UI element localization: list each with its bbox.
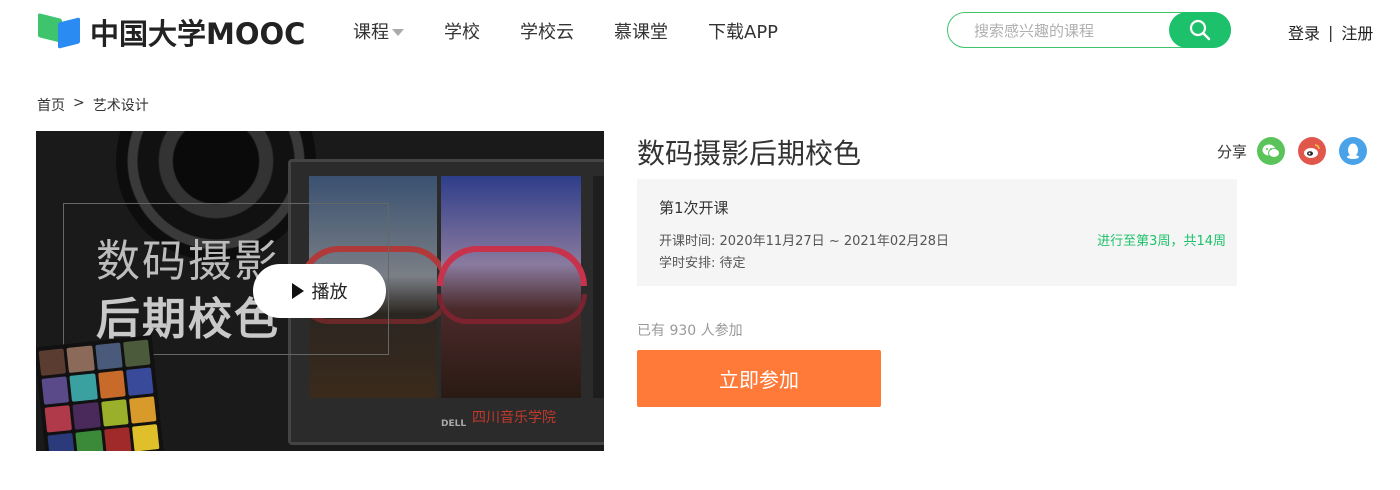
weibo-icon[interactable] <box>1298 137 1327 165</box>
term-dates: 开课时间: 2020年11月27日 ~ 2021年02月28日 <box>659 234 950 249</box>
school-watermark: 四川音乐学院 <box>472 410 556 426</box>
nav-item-school-cloud[interactable]: 学校云 <box>520 18 574 44</box>
nav-item-label: 学校云 <box>520 22 574 43</box>
color-swatch <box>128 395 157 424</box>
color-swatch <box>41 376 70 405</box>
breadcrumb-category[interactable]: 艺术设计 <box>93 95 149 115</box>
register-link[interactable]: 注册 <box>1341 20 1373 44</box>
term-schedule: 学时安排: 待定 <box>659 256 746 271</box>
term-progress: 进行至第3周，共14周 <box>1097 234 1226 249</box>
share-bar: 分享 <box>1217 137 1368 165</box>
color-swatch <box>75 429 104 451</box>
color-swatch <box>69 373 98 402</box>
wechat-icon[interactable] <box>1257 137 1286 165</box>
color-checker-graphic <box>36 335 164 451</box>
play-label: 播放 <box>311 282 348 303</box>
nav-item-schools[interactable]: 学校 <box>444 18 480 44</box>
play-button[interactable]: 播放 <box>253 264 386 318</box>
term-info-panel: 第1次开课 开课时间: 2020年11月27日 ~ 2021年02月28日 学时… <box>637 179 1237 286</box>
color-swatch <box>103 426 132 451</box>
join-course-button[interactable]: 立即参加 <box>637 350 881 407</box>
breadcrumb-arrow: > <box>73 95 85 111</box>
main-nav: 课程 学校 学校云 慕课堂 下载APP <box>353 18 818 44</box>
color-swatch <box>44 404 73 433</box>
color-swatch <box>131 423 160 451</box>
nav-item-download-app[interactable]: 下载APP <box>708 18 778 44</box>
breadcrumb-home[interactable]: 首页 <box>37 95 65 115</box>
photo-after <box>437 176 587 398</box>
logo-text: 中国大学MOOC <box>90 17 306 51</box>
nav-item-label: 慕课堂 <box>614 22 668 43</box>
site-logo[interactable]: 中国大学MOOC <box>38 13 305 51</box>
monitor-brand: DELL <box>441 419 467 429</box>
color-swatch <box>125 367 154 396</box>
color-swatch <box>97 370 126 399</box>
term-name: 第1次开课 <box>659 199 729 217</box>
cover-title-line1: 数码摄影 <box>96 236 280 287</box>
color-swatch <box>47 432 76 451</box>
color-swatch <box>66 345 95 374</box>
nav-item-mooc-classroom[interactable]: 慕课堂 <box>614 18 668 44</box>
color-swatch <box>100 398 129 427</box>
breadcrumb: 首页 > 艺术设计 <box>37 95 149 115</box>
share-label: 分享 <box>1217 142 1248 161</box>
nav-item-courses[interactable]: 课程 <box>353 18 404 44</box>
auth-separator: | <box>1328 22 1334 42</box>
nav-item-label: 下载APP <box>708 22 779 43</box>
nav-item-label: 课程 <box>353 22 389 43</box>
course-title: 数码摄影后期校色 <box>637 137 862 170</box>
enrolled-count: 已有 930 人参加 <box>637 323 743 339</box>
color-swatch <box>122 339 151 368</box>
auth-links: 登录 | 注册 <box>1288 20 1373 44</box>
color-swatch <box>94 342 123 371</box>
caret-down-icon <box>392 28 404 36</box>
editor-toolbar-graphic <box>593 176 604 398</box>
color-swatch <box>38 348 67 377</box>
nav-item-label: 学校 <box>444 22 480 43</box>
search-input[interactable] <box>972 19 1166 43</box>
color-swatch <box>72 401 101 430</box>
qq-icon[interactable] <box>1339 137 1368 165</box>
course-video-cover[interactable]: 数码摄影 后期校色 DELL 四川音乐学院 播放 <box>36 131 604 451</box>
search-icon <box>1189 19 1211 41</box>
play-icon <box>291 283 304 299</box>
login-link[interactable]: 登录 <box>1288 20 1320 44</box>
search-button[interactable] <box>1169 12 1231 48</box>
search-box <box>947 12 1231 48</box>
mooc-logo-icon <box>38 13 82 50</box>
